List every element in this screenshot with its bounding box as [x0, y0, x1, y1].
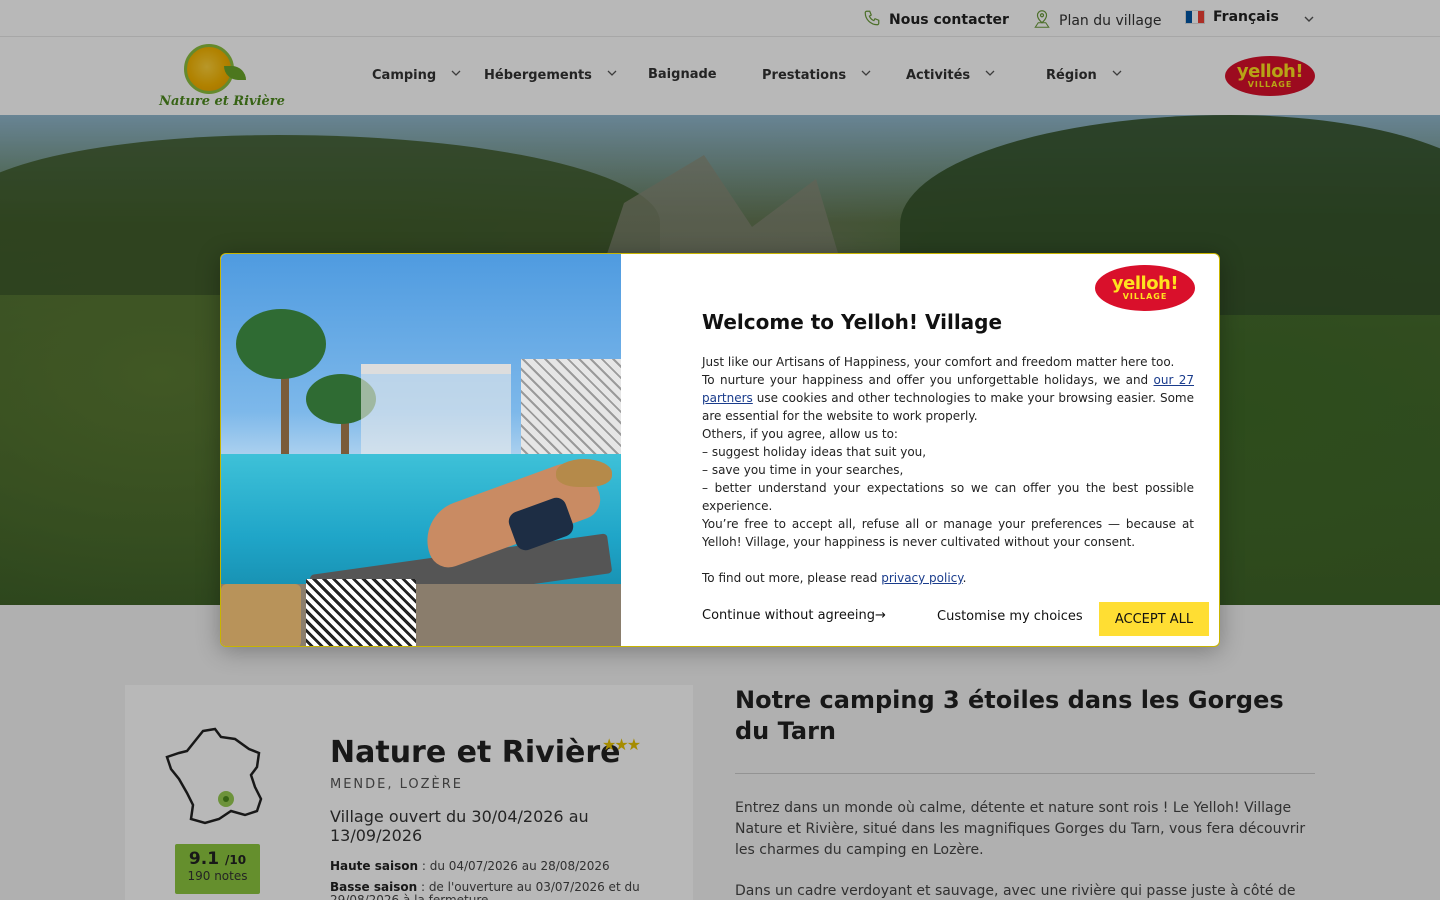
privacy-policy-link[interactable]: privacy policy — [881, 571, 962, 585]
pergola — [361, 364, 511, 454]
consent-title: Welcome to Yelloh! Village — [702, 310, 1003, 334]
straw-hat — [556, 459, 612, 487]
customise-choices-button[interactable]: Customise my choices — [937, 609, 1083, 624]
consent-line: Others, if you agree, allow us to: — [702, 427, 898, 441]
continue-without-agreeing-button[interactable]: Continue without agreeing→ — [702, 608, 886, 623]
consent-line: To find out more, please read privacy po… — [702, 571, 967, 585]
decorative-screen — [521, 359, 621, 469]
wicker-basket — [221, 584, 301, 646]
consent-content: yelloh! VILLAGE Welcome to Yelloh! Villa… — [702, 254, 1209, 646]
brand-logo-subtext: VILLAGE — [1122, 292, 1168, 301]
consent-text: Just like our Artisans of Happiness, you… — [702, 353, 1194, 587]
consent-bullet: – better understand your expectations so… — [702, 481, 1194, 513]
yelloh-village-logo: yelloh! VILLAGE — [1095, 265, 1195, 311]
consent-line: You’re free to accept all, refuse all or… — [702, 517, 1194, 549]
cookie-consent-dialog: yelloh! VILLAGE Welcome to Yelloh! Villa… — [220, 253, 1220, 647]
consent-line: To nurture your happiness and offer you … — [702, 373, 1195, 423]
palm-tree — [236, 309, 326, 379]
towel — [306, 579, 416, 646]
pool-photo — [221, 254, 621, 646]
accept-all-button[interactable]: ACCEPT ALL — [1099, 602, 1209, 636]
brand-logo-text: yelloh! — [1111, 273, 1179, 294]
consent-line: Just like our Artisans of Happiness, you… — [702, 355, 1175, 369]
consent-bullet: – suggest holiday ideas that suit you, — [702, 445, 927, 459]
consent-bullet: – save you time in your searches, — [702, 463, 904, 477]
